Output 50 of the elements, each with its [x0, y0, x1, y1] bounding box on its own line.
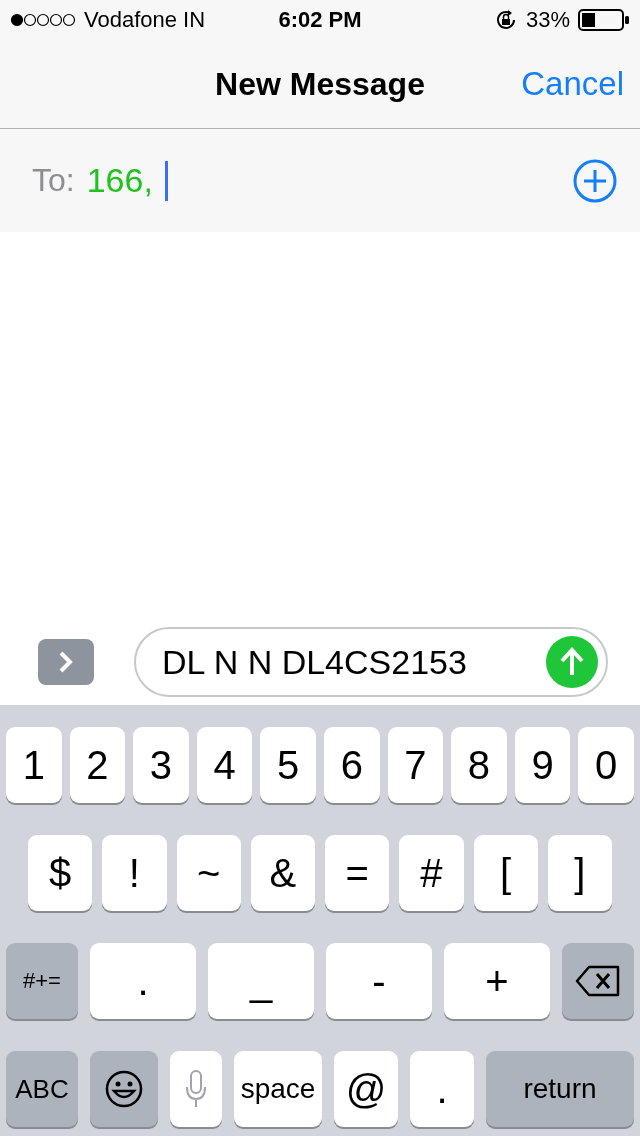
- text-cursor: [164, 160, 168, 201]
- key[interactable]: .: [410, 1051, 474, 1127]
- smiley-icon: [104, 1069, 144, 1109]
- delete-key[interactable]: [562, 943, 634, 1019]
- dictation-key[interactable]: [170, 1051, 222, 1127]
- key[interactable]: ]: [547, 835, 612, 911]
- chevron-icon: [58, 650, 74, 674]
- return-key[interactable]: return: [486, 1051, 634, 1127]
- apps-toggle-button[interactable]: [38, 639, 94, 685]
- key[interactable]: 5: [260, 727, 316, 803]
- screen-title: New Message: [215, 65, 425, 103]
- key[interactable]: .: [90, 943, 196, 1019]
- key[interactable]: _: [208, 943, 314, 1019]
- mode-key[interactable]: ABC: [6, 1051, 78, 1127]
- key[interactable]: 4: [196, 727, 253, 803]
- key[interactable]: 8: [451, 727, 507, 803]
- carrier-name: Vodafone IN: [84, 7, 206, 33]
- microphone-icon: [184, 1069, 208, 1109]
- key[interactable]: [: [473, 835, 538, 911]
- battery-icon: [578, 8, 630, 32]
- signal-icon: [10, 13, 76, 27]
- emoji-key[interactable]: [90, 1051, 158, 1127]
- space-key[interactable]: space: [234, 1051, 322, 1127]
- mode-key[interactable]: #+=: [6, 943, 78, 1019]
- key[interactable]: 9: [514, 727, 571, 803]
- key[interactable]: 3: [133, 727, 189, 803]
- backspace-icon: [575, 965, 621, 997]
- up-arrow-icon: [559, 647, 585, 677]
- add-contact-icon[interactable]: [572, 157, 618, 204]
- key[interactable]: $: [28, 835, 93, 911]
- battery-percentage: 33%: [525, 7, 570, 33]
- key[interactable]: 7: [387, 727, 444, 803]
- to-label: To:: [32, 162, 75, 199]
- send-button[interactable]: [546, 636, 598, 688]
- key[interactable]: 1: [6, 727, 62, 803]
- key[interactable]: +: [444, 943, 550, 1019]
- message-text: DL N N DL4CS2153: [162, 642, 467, 682]
- key[interactable]: ~: [176, 835, 241, 911]
- key[interactable]: 2: [69, 727, 126, 803]
- key[interactable]: &: [250, 835, 315, 911]
- key[interactable]: -: [326, 943, 432, 1019]
- key[interactable]: 0: [578, 727, 634, 803]
- clock-time: 6:02 PM: [278, 7, 362, 33]
- key[interactable]: =: [325, 835, 390, 911]
- cancel-button[interactable]: Cancel: [521, 65, 624, 103]
- key[interactable]: 6: [323, 727, 380, 803]
- key[interactable]: #: [399, 835, 464, 911]
- key[interactable]: !: [102, 835, 167, 911]
- key[interactable]: @: [334, 1051, 398, 1127]
- message-field[interactable]: DL N N DL4CS2153: [134, 627, 608, 697]
